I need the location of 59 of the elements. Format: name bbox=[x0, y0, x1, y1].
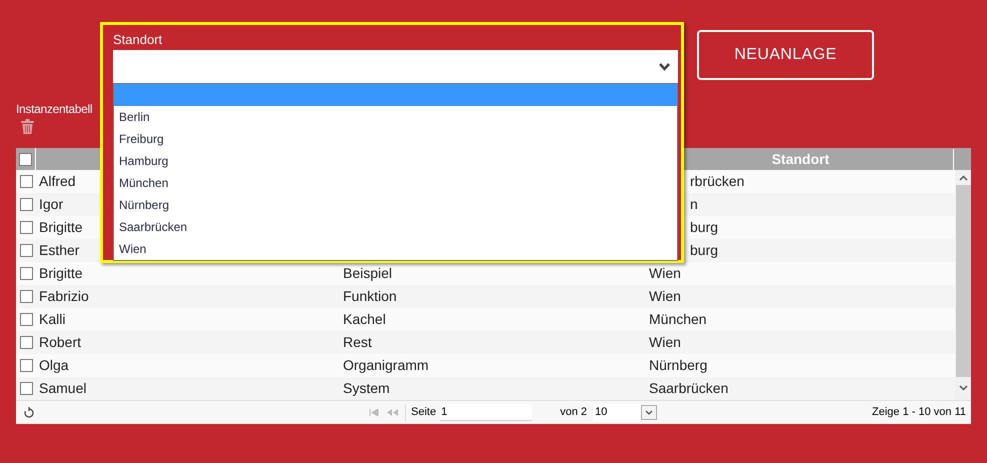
table-cell: Kalli bbox=[39, 311, 66, 327]
checkbox[interactable] bbox=[20, 336, 32, 349]
table-cell: Organigramm bbox=[343, 357, 429, 373]
table-cell: Saarbrücken bbox=[649, 380, 728, 396]
table-cell: München bbox=[649, 311, 707, 327]
checkbox[interactable] bbox=[20, 290, 32, 303]
table-cell: burg bbox=[690, 242, 718, 258]
dropdown-option[interactable]: Wien bbox=[114, 238, 677, 260]
table-cell: burg bbox=[690, 219, 718, 235]
table-cell: Igor bbox=[39, 196, 64, 212]
checkbox[interactable] bbox=[20, 198, 32, 211]
dropdown-option[interactable]: München bbox=[114, 172, 677, 194]
table-cell: Nürnberg bbox=[649, 357, 708, 373]
scrollbar-thumb[interactable] bbox=[956, 185, 970, 377]
scroll-down-icon[interactable] bbox=[958, 385, 968, 391]
table-cell: Rest bbox=[343, 334, 372, 350]
refresh-icon[interactable] bbox=[24, 406, 34, 418]
checkbox[interactable] bbox=[20, 175, 32, 188]
table-cell: Alfred bbox=[39, 173, 76, 189]
table-cell: Robert bbox=[39, 334, 82, 350]
table-cell: rbrücken bbox=[690, 173, 744, 189]
table-title: Instanzentabell bbox=[16, 101, 92, 118]
table-cell: Wien bbox=[649, 265, 681, 281]
checkbox[interactable] bbox=[20, 221, 32, 234]
table-cell: Esther bbox=[39, 242, 80, 258]
record-summary: Zeige 1 - 10 von 11 bbox=[872, 405, 966, 420]
dropdown-option[interactable]: Nürnberg bbox=[114, 194, 677, 216]
table-cell: Samuel bbox=[39, 380, 86, 396]
table-cell: Wien bbox=[649, 288, 681, 304]
checkbox[interactable] bbox=[20, 313, 32, 326]
checkbox[interactable] bbox=[20, 359, 32, 372]
checkbox[interactable] bbox=[19, 152, 32, 166]
table-cell: Funktion bbox=[343, 288, 397, 304]
table-cell: n bbox=[690, 196, 698, 212]
scrollbar[interactable] bbox=[955, 170, 971, 400]
scroll-up-icon[interactable] bbox=[958, 175, 968, 181]
table-cell: Beispiel bbox=[343, 265, 392, 281]
page-size-select[interactable]: 10 bbox=[593, 404, 657, 421]
table-cell: Fabrizio bbox=[39, 288, 89, 304]
dropdown-option[interactable]: Saarbrücken bbox=[114, 216, 677, 238]
page-label: Seite bbox=[411, 405, 436, 420]
table-cell: Brigitte bbox=[39, 219, 83, 235]
table-cell: System bbox=[343, 380, 390, 396]
checkbox[interactable] bbox=[20, 382, 32, 395]
checkbox[interactable] bbox=[20, 267, 32, 280]
checkbox[interactable] bbox=[20, 244, 32, 257]
trash-icon[interactable] bbox=[21, 119, 34, 134]
field-label: Standort bbox=[113, 32, 164, 48]
page-input[interactable]: 1 bbox=[440, 404, 532, 421]
table-cell: Olga bbox=[39, 357, 69, 373]
table-cell: Kachel bbox=[343, 311, 386, 327]
dropdown-option[interactable]: Freiburg bbox=[114, 128, 677, 150]
dropdown-option[interactable]: Berlin bbox=[114, 106, 677, 128]
table-cell: Brigitte bbox=[39, 265, 83, 281]
new-entry-button[interactable]: NEUANLAGE bbox=[697, 30, 874, 80]
chevron-down-icon[interactable] bbox=[659, 62, 670, 70]
table-cell: Wien bbox=[649, 334, 681, 350]
page-count-label: von 2 bbox=[560, 405, 587, 420]
chevron-down-icon[interactable] bbox=[641, 405, 657, 420]
